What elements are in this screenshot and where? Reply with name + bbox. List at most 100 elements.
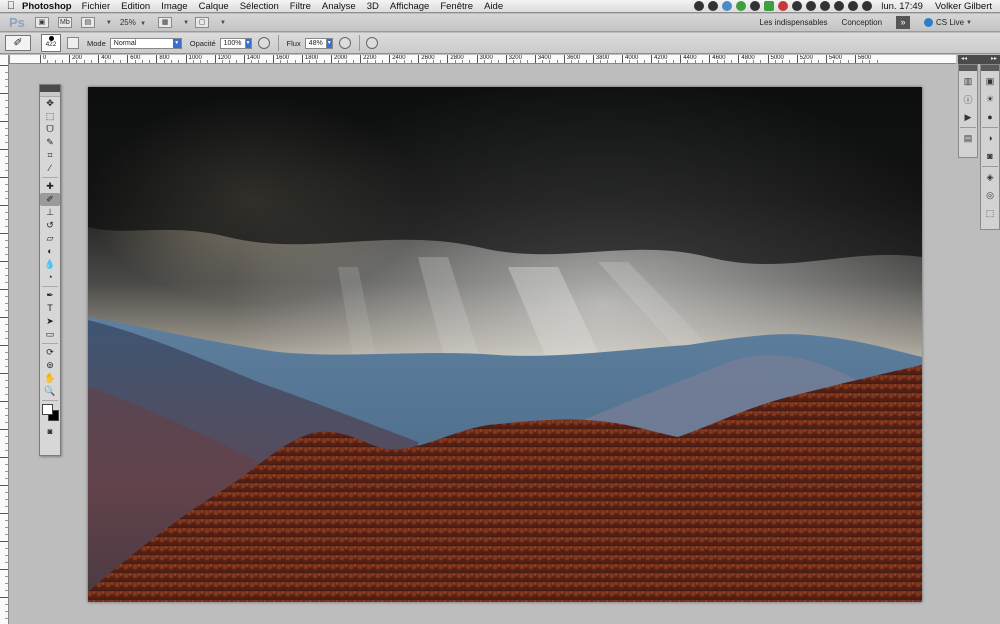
tool-preset-picker[interactable]: ✐ xyxy=(5,35,31,51)
alert-icon[interactable] xyxy=(778,1,789,11)
menu-extra-icon[interactable] xyxy=(750,1,761,11)
opacity-slider-icon[interactable]: ▼ xyxy=(245,37,252,49)
move-tool-icon[interactable]: ✥ xyxy=(40,97,60,110)
ruler-tick: 4800 xyxy=(738,55,755,63)
airbrush-icon[interactable] xyxy=(338,37,351,49)
time-machine-icon[interactable] xyxy=(820,1,831,11)
quick-select-tool-icon[interactable]: ✎ xyxy=(40,136,60,149)
bluetooth-icon[interactable] xyxy=(834,1,845,11)
menu-fenetre[interactable]: Fenêtre xyxy=(440,1,473,12)
size-pressure-icon[interactable] xyxy=(365,37,378,49)
screen-mode-icon[interactable]: ▢ xyxy=(195,17,210,28)
menu-aide[interactable]: Aide xyxy=(484,1,503,12)
zoom-tool-icon[interactable]: 🔍 xyxy=(40,385,60,398)
ruler-tick: 0 xyxy=(40,55,46,63)
hand-tool-icon[interactable]: ✋ xyxy=(40,372,60,385)
menu-image[interactable]: Image xyxy=(161,1,187,12)
menu-calque[interactable]: Calque xyxy=(199,1,229,12)
mask-icon[interactable]: ◑ xyxy=(981,130,999,146)
quick-mask-icon[interactable]: ◙ xyxy=(40,425,60,438)
menu-edition[interactable]: Edition xyxy=(121,1,150,12)
collapse-left-icon[interactable]: ◂◂ xyxy=(961,55,967,64)
crop-tool-icon[interactable]: ⌗ xyxy=(40,149,60,162)
collapse-right-icon[interactable]: ▸▸ xyxy=(991,55,997,64)
history-brush-tool-icon[interactable]: ↺ xyxy=(40,219,60,232)
3d-rotate-tool-icon[interactable]: ⟳ xyxy=(40,346,60,359)
channels-icon[interactable]: ◙ xyxy=(981,148,999,164)
app-menu[interactable]: Photoshop xyxy=(22,1,72,12)
tools-panel-header[interactable] xyxy=(40,85,60,92)
workspace-essentials[interactable]: Les indispensables xyxy=(760,18,828,27)
volume-icon[interactable] xyxy=(862,1,873,11)
chevron-down-icon: ▼ xyxy=(105,19,112,26)
calendar-icon[interactable] xyxy=(792,1,803,11)
monitor-icon[interactable] xyxy=(764,1,775,11)
eraser-tool-icon[interactable]: ▱ xyxy=(40,232,60,245)
menu-3d[interactable]: 3D xyxy=(367,1,379,12)
blur-tool-icon[interactable]: 💧 xyxy=(40,258,60,271)
eyedropper-tool-icon[interactable]: ⁄ xyxy=(40,162,60,175)
horizontal-ruler[interactable]: 0 200 400 600 800 1000 1200 1400 1600 1800 2000 220… xyxy=(10,55,956,64)
more-workspaces-button[interactable]: » xyxy=(896,16,911,29)
mode-select[interactable]: Normal ▼ xyxy=(109,37,182,49)
cs-live-button[interactable]: CS Live ▼ xyxy=(924,18,986,27)
path-select-tool-icon[interactable]: ➤ xyxy=(40,315,60,328)
menubar-clock[interactable]: lun. 17:49 xyxy=(881,1,923,12)
layer-comps-icon[interactable]: ▤ xyxy=(959,130,977,146)
menu-affichage[interactable]: Affichage xyxy=(390,1,429,12)
opacity-field[interactable]: 100% xyxy=(219,37,246,49)
evernote-icon[interactable] xyxy=(708,1,719,11)
brush-panel-toggle-icon[interactable] xyxy=(67,37,79,49)
stamp-tool-icon[interactable]: ⊥ xyxy=(40,206,60,219)
record-icon[interactable] xyxy=(694,1,705,11)
layers-icon[interactable]: ◈ xyxy=(981,169,999,185)
paths-icon[interactable]: ◎ xyxy=(981,187,999,203)
3d-orbit-tool-icon[interactable]: ⊚ xyxy=(40,359,60,372)
growl-icon[interactable] xyxy=(736,1,747,11)
adjustments-icon[interactable]: ☀ xyxy=(981,91,999,107)
workspace-design[interactable]: Conception xyxy=(842,18,882,27)
ruler-tick: 2800 xyxy=(447,55,464,63)
actions-icon[interactable]: ▶ xyxy=(959,109,977,125)
apple-menu-icon[interactable]:  xyxy=(0,0,22,12)
flow-slider-icon[interactable]: ▼ xyxy=(326,37,333,49)
gradient-tool-icon[interactable]: ◐ xyxy=(40,245,60,258)
opacity-pressure-icon[interactable] xyxy=(257,37,270,49)
menu-selection[interactable]: Sélection xyxy=(240,1,279,12)
lasso-tool-icon[interactable]: ᗜ xyxy=(40,123,60,136)
info-icon[interactable]: ⓘ xyxy=(959,91,977,107)
menu-filtre[interactable]: Filtre xyxy=(290,1,311,12)
image-icon[interactable]: ▣ xyxy=(981,73,999,89)
panel-group-header[interactable] xyxy=(959,65,977,71)
document-canvas[interactable] xyxy=(88,87,922,602)
mini-bridge-icon[interactable]: Mb xyxy=(57,17,72,28)
shape-tool-icon[interactable]: ▭ xyxy=(40,328,60,341)
styles-icon[interactable]: ● xyxy=(981,109,999,125)
panel-dock-header[interactable]: ◂◂ ▸▸ xyxy=(958,55,1000,64)
brush-preset-picker[interactable]: 422 xyxy=(41,34,61,52)
sync-icon[interactable] xyxy=(722,1,733,11)
menubar-user[interactable]: Volker Gilbert xyxy=(935,1,992,12)
histogram-icon[interactable]: ▥ xyxy=(959,73,977,89)
ruler-minor-tick xyxy=(527,60,529,63)
flow-field[interactable]: 48% xyxy=(304,37,327,49)
zoom-level[interactable]: 25% ▼ xyxy=(120,18,146,27)
vertical-ruler[interactable] xyxy=(0,55,9,624)
ruler-tick: 1200 xyxy=(214,55,231,63)
menu-fichier[interactable]: Fichier xyxy=(82,1,111,12)
panel-group-header[interactable] xyxy=(981,65,999,71)
bridge-icon[interactable]: ▣ xyxy=(34,17,49,28)
pen-tool-icon[interactable]: ✒ xyxy=(40,289,60,302)
foreground-color-swatch[interactable] xyxy=(42,404,53,415)
brush-tool-icon[interactable]: ✐ xyxy=(40,193,60,206)
type-tool-icon[interactable]: T xyxy=(40,302,60,315)
transform-icon[interactable]: ⬚ xyxy=(981,205,999,221)
menu-analyse[interactable]: Analyse xyxy=(322,1,356,12)
view-extras-icon[interactable]: ▤ xyxy=(80,17,95,28)
wifi-icon[interactable] xyxy=(848,1,859,11)
arrange-documents-icon[interactable]: ▦ xyxy=(158,17,173,28)
healing-brush-tool-icon[interactable]: ✚ xyxy=(40,180,60,193)
dodge-tool-icon[interactable]: ◔ xyxy=(40,271,60,284)
marquee-tool-icon[interactable]: ⬚ xyxy=(40,110,60,123)
script-icon[interactable] xyxy=(806,1,817,11)
